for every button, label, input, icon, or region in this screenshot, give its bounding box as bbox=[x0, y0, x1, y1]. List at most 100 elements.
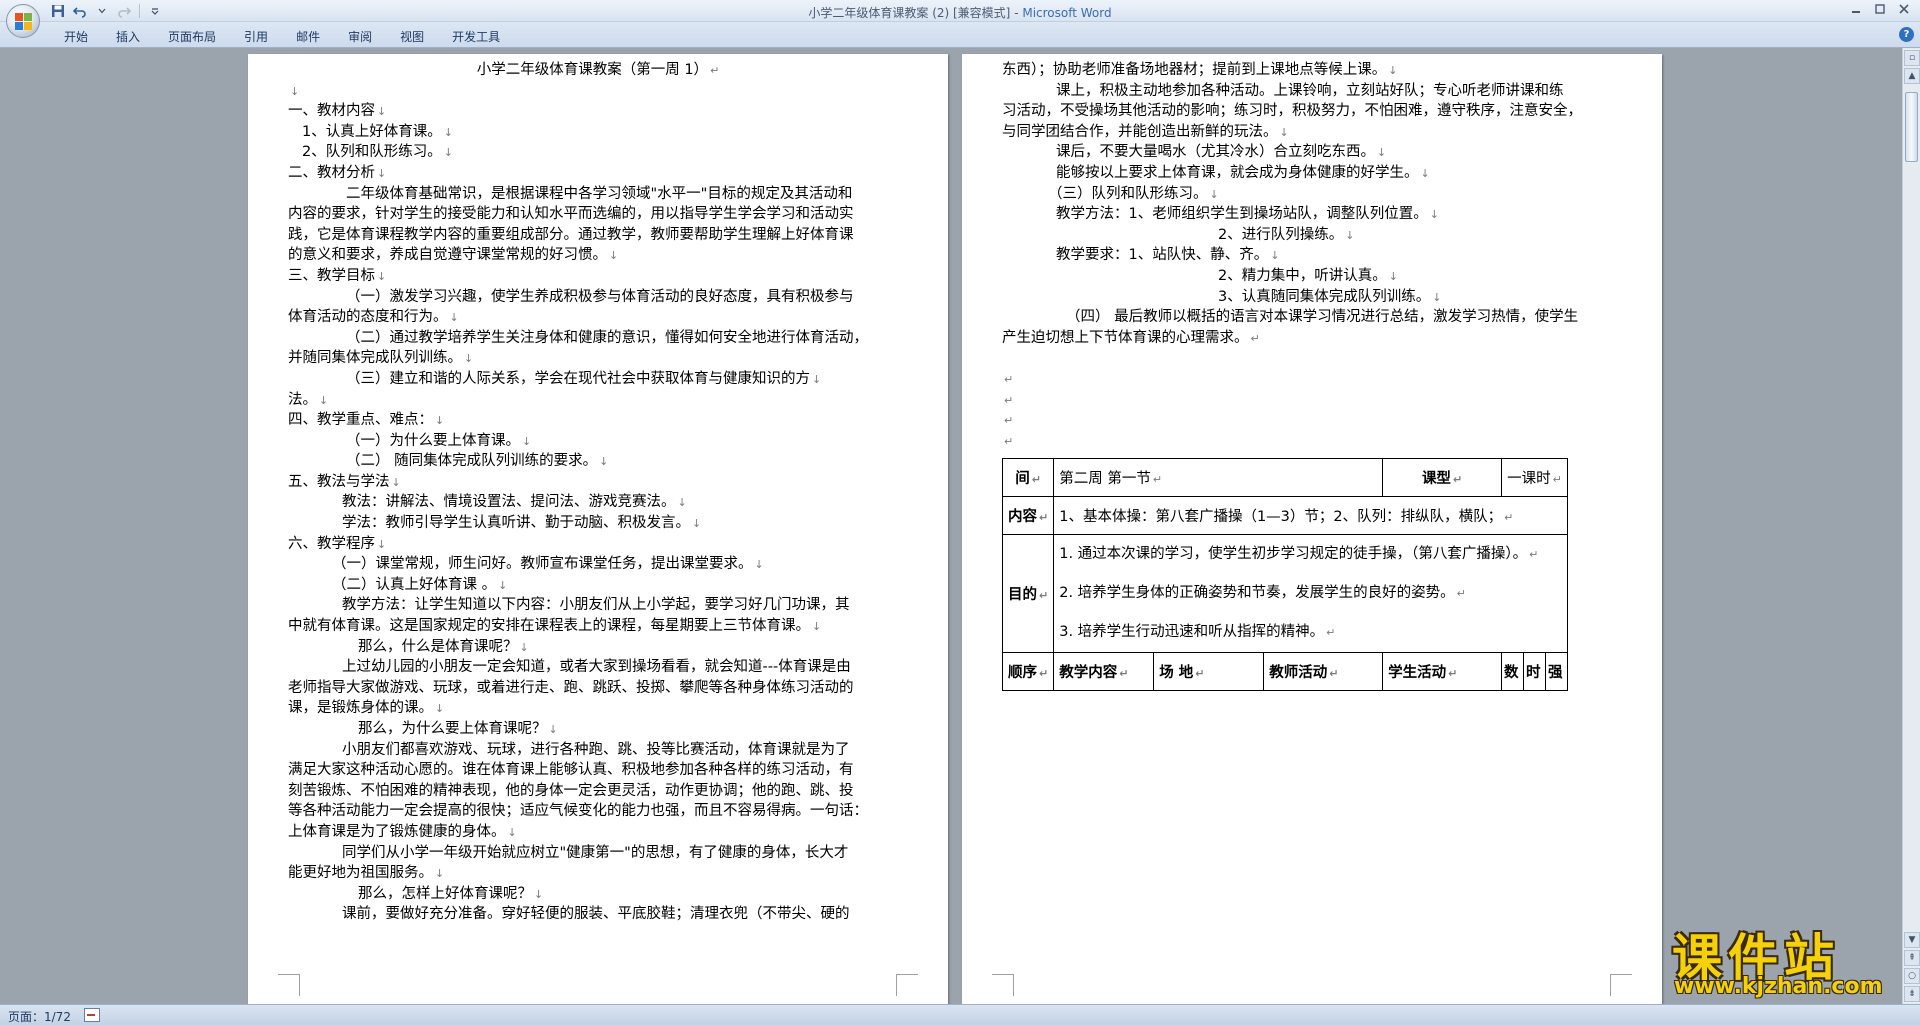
scroll-up-icon[interactable]: ▲ bbox=[1904, 68, 1920, 84]
page-2[interactable]: 东西）；协助老师准备场地器材；提前到上课地点等候上课。 ↓ 课上，积极主动地参加各… bbox=[962, 54, 1662, 1004]
content-label-cell[interactable]: 内容 ↵ bbox=[1001, 496, 1055, 535]
help-icon[interactable]: ? bbox=[1899, 27, 1914, 42]
list-item: 学法：教师引导学生认真听讲、勤于动脑、积极发言。 ↓ bbox=[342, 515, 702, 532]
empty-line: ↵ bbox=[1004, 434, 1014, 448]
paragraph-line: 能更好地为祖国服务。 ↓ bbox=[288, 865, 445, 882]
page-2-text: 东西）；协助老师准备场地器材；提前到上课地点等候上课。 ↓ 课上，积极主动地参加各… bbox=[1002, 60, 1622, 451]
tab-review[interactable]: 审阅 bbox=[334, 28, 386, 46]
paragraph-line: 习活动，不受操场其他活动的影响；练习时，积极努力，不怕困难，遵守秩序，注意安全， bbox=[1002, 103, 1582, 120]
header-cell[interactable]: 教师活动 ↵ bbox=[1263, 652, 1384, 691]
question-line: 那么，为什么要上体育课呢？ ↓ bbox=[358, 721, 558, 737]
paragraph-line: 中就有体育课。这是国家规定的安排在课程表上的课程，每星期要上三节体育课。 ↓ bbox=[288, 618, 822, 635]
document-area[interactable]: 小学二年级体育课教案（第一周 1） ↵ ↓ 一、教材内容 ↓ 1、认真上好体育课。 ↓… bbox=[0, 48, 1902, 1004]
type-label-cell[interactable]: 课型 ↵ bbox=[1382, 458, 1502, 497]
list-item: 3、认真随同集体完成队列训练。 ↓ bbox=[1218, 288, 1442, 305]
browse-object-icon[interactable]: ○ bbox=[1904, 968, 1920, 984]
table-row: 间 ↵ 第二周 第一节 ↵ 课型 ↵ 一课时 ↵ bbox=[1001, 458, 1568, 497]
page-corner-mark bbox=[278, 974, 300, 996]
list-item: （一）课堂常规，师生问好。教师宣布课堂任务，提出课堂要求。 ↓ bbox=[332, 556, 764, 573]
document-name: 小学二年级体育课教案 (2) [兼容模式] bbox=[808, 6, 1011, 20]
header-cell[interactable]: 时 bbox=[1523, 652, 1546, 691]
previous-page-icon[interactable]: ⇞ bbox=[1904, 950, 1920, 966]
lesson-plan-table[interactable]: 间 ↵ 第二周 第一节 ↵ 课型 ↵ 一课时 ↵ 内容 ↵ 1、基本体操：第八套广播操（1… bbox=[1001, 458, 1568, 691]
vertical-scrollbar[interactable]: ▫ ▲ ▼ ⇞ ○ ⇟ bbox=[1902, 48, 1920, 1004]
time-value-cell[interactable]: 第二周 第一节 ↵ bbox=[1053, 458, 1384, 497]
paragraph-line: 能够按以上要求上体育课，就会成为身体健康的好学生。 ↓ bbox=[1056, 164, 1430, 181]
tab-mailings[interactable]: 邮件 bbox=[282, 28, 334, 46]
header-cell[interactable]: 强 bbox=[1545, 652, 1568, 691]
page-1-text: 小学二年级体育课教案（第一周 1） ↵ ↓ 一、教材内容 ↓ 1、认真上好体育课。 ↓… bbox=[288, 60, 908, 925]
page-1[interactable]: 小学二年级体育课教案（第一周 1） ↵ ↓ 一、教材内容 ↓ 1、认真上好体育课。 ↓… bbox=[248, 54, 948, 1004]
section-heading: （三）队列和队形练习。 ↓ bbox=[1048, 185, 1219, 202]
list-item: 教学方法：1、老师组织学生到操场站队，调整队列位置。 ↓ bbox=[1056, 206, 1439, 223]
paragraph-line: （一）激发学习兴趣，使学生养成积极参与体育活动的良好态度，具有积极参与 bbox=[346, 288, 854, 305]
content-value-cell[interactable]: 1、基本体操：第八套广播操（1—3）节；2、队列：排纵队，横队； ↵ bbox=[1053, 496, 1568, 535]
paragraph-line: 法。 ↓ bbox=[288, 391, 329, 408]
paragraph-line: 老师指导大家做游戏、玩球，或着进行走、跑、跳跃、投掷、攀爬等各种身体练习活动的 bbox=[288, 679, 854, 696]
list-item: （一）为什么要上体育课。 ↓ bbox=[346, 432, 532, 449]
time-label-cell[interactable]: 间 ↵ bbox=[1001, 458, 1055, 497]
app-name: Microsoft Word bbox=[1022, 6, 1112, 20]
page-indicator[interactable]: 页面：1/72 bbox=[8, 1008, 71, 1025]
question-line: 那么，什么是体育课呢？ ↓ bbox=[358, 638, 529, 655]
tab-developer[interactable]: 开发工具 bbox=[438, 28, 514, 46]
header-cell[interactable]: 场 地 ↵ bbox=[1153, 652, 1265, 691]
paragraph-line: （二）通过教学培养学生关注身体和健康的意识，懂得如何安全地进行体育活动， bbox=[346, 329, 868, 346]
empty-line bbox=[1002, 348, 1622, 369]
header-cell[interactable]: 学生活动 ↵ bbox=[1382, 652, 1502, 691]
paragraph-line: 课上，积极主动地参加各种活动。上课铃响，立刻站好队；专心听老师讲课和练 bbox=[1056, 82, 1564, 99]
proofing-icon[interactable] bbox=[84, 1008, 100, 1022]
paragraph-line: 小朋友们都喜欢游戏、玩球，进行各种跑、跳、投等比赛活动，体育课就是为了 bbox=[342, 741, 850, 758]
header-cell[interactable]: 教学内容 ↵ bbox=[1053, 652, 1155, 691]
paragraph-line: 并随同集体完成队列训练。 ↓ bbox=[288, 350, 474, 367]
tab-home[interactable]: 开始 bbox=[50, 28, 102, 46]
tab-references[interactable]: 引用 bbox=[230, 28, 282, 46]
table-header-row: 顺序 ↵ 教学内容 ↵ 场 地 ↵ 教师活动 ↵ 学生活动 ↵ 数 时 强 bbox=[1001, 652, 1568, 691]
section-heading: 五、教法与学法 ↓ bbox=[288, 473, 401, 490]
section-heading: 六、教学程序 ↓ bbox=[288, 535, 387, 552]
paragraph-line: 上过幼儿园的小朋友一定会知道，或者大家到操场看看，就会知道---体育课是由 bbox=[342, 659, 851, 676]
ruler-toggle-icon[interactable]: ▫ bbox=[1904, 50, 1920, 66]
close-icon[interactable] bbox=[1892, 0, 1916, 18]
section-heading: 四、教学重点、难点： ↓ bbox=[288, 412, 445, 429]
goal-value-cell[interactable]: 1. 通过本次课的学习，使学生初步学习规定的徒手操，（第八套广播操）。 ↵ 2. … bbox=[1053, 534, 1568, 653]
section-heading: 一、教材内容 ↓ bbox=[288, 103, 387, 120]
paragraph-line: 上体育课是为了锻炼健康的身体。 ↓ bbox=[288, 823, 517, 840]
page-corner-mark bbox=[992, 974, 1014, 996]
title-separator: - bbox=[1010, 6, 1023, 20]
tab-view[interactable]: 视图 bbox=[386, 28, 438, 46]
document-title: 小学二年级体育课教案（第一周 1） ↵ bbox=[476, 62, 720, 78]
type-value-cell[interactable]: 一课时 ↵ bbox=[1501, 458, 1568, 497]
paragraph-line: （三）建立和谐的人际关系，学会在现代社会中获取体育与健康知识的方 ↓ bbox=[346, 370, 822, 387]
paragraph-line: 内容的要求，针对学生的接受能力和认知水平而选编的，用以指导学生学会学习和活动实 bbox=[288, 206, 854, 223]
next-page-icon[interactable]: ⇟ bbox=[1904, 986, 1920, 1002]
list-item: 1、认真上好体育课。 ↓ bbox=[302, 123, 453, 140]
header-cell[interactable]: 数 bbox=[1501, 652, 1524, 691]
section-heading: 三、教学目标 ↓ bbox=[288, 267, 387, 284]
goal-item: 1. 通过本次课的学习，使学生初步学习规定的徒手操，（第八套广播操）。 ↵ bbox=[1059, 546, 1539, 562]
section-heading: 二、教材分析 ↓ bbox=[288, 164, 387, 181]
window-controls bbox=[1844, 0, 1916, 18]
paragraph-line: 同学们从小学一年级开始就应树立"健康第一"的思想，有了健康的身体，长大才 bbox=[342, 844, 849, 861]
goal-label-cell[interactable]: 目的 ↵ bbox=[1001, 534, 1055, 653]
header-cell[interactable]: 顺序 ↵ bbox=[1001, 652, 1055, 691]
status-bar: 页面：1/72 bbox=[0, 1004, 1920, 1025]
table-row: 目的 ↵ 1. 通过本次课的学习，使学生初步学习规定的徒手操，（第八套广播操）。 ↵… bbox=[1001, 534, 1568, 653]
empty-line: ↵ bbox=[1004, 414, 1014, 428]
list-item: 2、队列和队形练习。 ↓ bbox=[302, 144, 453, 161]
paragraph-line: 满足大家这种活动心愿的。谁在体育课上能够认真、积极地参加各种各样的练习活动，有 bbox=[288, 762, 854, 779]
tab-page-layout[interactable]: 页面布局 bbox=[154, 28, 230, 46]
paragraph-line: 刻苦锻炼、不怕困难的精神表现，他的身体一定会更灵活，动作更协调；他的跑、跳、投 bbox=[288, 782, 854, 799]
list-item: 2、精力集中，听讲认真。 ↓ bbox=[1218, 267, 1398, 284]
tab-insert[interactable]: 插入 bbox=[102, 28, 154, 46]
office-button[interactable] bbox=[6, 4, 40, 38]
scrollbar-thumb[interactable] bbox=[1905, 92, 1918, 162]
minimize-icon[interactable] bbox=[1844, 0, 1868, 18]
empty-line: ↵ bbox=[1004, 372, 1014, 386]
maximize-icon[interactable] bbox=[1868, 0, 1892, 18]
scroll-down-icon[interactable]: ▼ bbox=[1904, 932, 1920, 948]
list-item: 教法：讲解法、情境设置法、提问法、游戏竞赛法。 ↓ bbox=[342, 494, 687, 511]
list-item: （二）认真上好体育课 。 ↓ bbox=[332, 576, 508, 593]
empty-line: ↵ bbox=[1004, 393, 1014, 407]
paragraph-line: 等各种活动能力一定会提高的很快；适应气候变化的能力也强，而且不容易得病。一句话： bbox=[288, 803, 868, 820]
